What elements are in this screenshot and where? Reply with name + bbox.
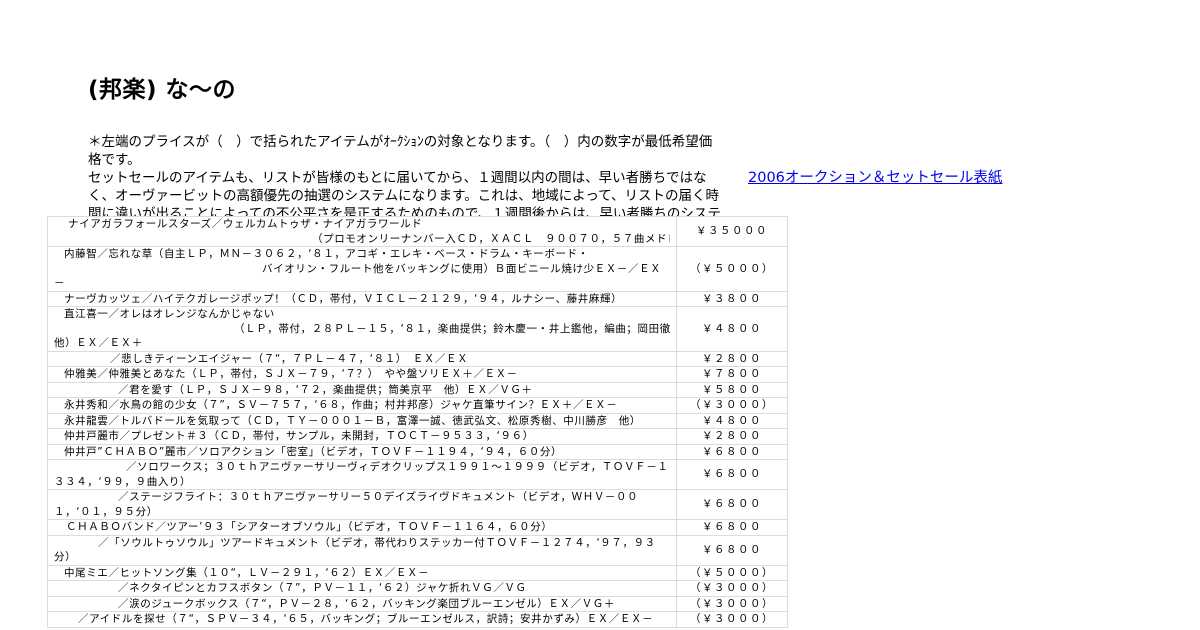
item-description: ／アイドルを探せ（７“，ＳＰＶ－３４，‘６５，バッキング；ブルーエンゼルス，訳詩… <box>47 611 677 628</box>
item-price: ￥６８００ <box>676 443 788 460</box>
item-description: ナーヴカッツェ／ハイテクガレージポップ！（ＣＤ，帯付，ＶＩＣＬ－２１２９，‘９４… <box>47 290 677 307</box>
item-price: （￥５０００） <box>676 564 788 581</box>
item-description: 永井秀和／水鳥の館の少女（７”，ＳＶ－７５７，‘６８，作曲；村井邦彦）ジャケ直筆… <box>47 397 677 414</box>
item-row: 仲井戸麗市／プレゼント＃３（ＣＤ，帯付，サンプル，未開封，ＴＯＣＴ－９５３３，‘… <box>47 428 788 445</box>
item-description-line: 永井秀和／水鳥の館の少女（７”，ＳＶ－７５７，‘６８，作曲；村井邦彦）ジャケ直筆… <box>64 399 618 411</box>
item-price: ￥６８００ <box>676 519 788 536</box>
item-description-line: ナーヴカッツェ／ハイテクガレージポップ！（ＣＤ，帯付，ＶＩＣＬ－２１２９，‘９４… <box>64 292 623 305</box>
item-rows: ナイアガラフォールスターズ／ウェルカムトゥザ・ナイアガラワールド （プロモオンリー… <box>47 216 788 628</box>
item-price: ￥７８００ <box>676 366 788 383</box>
item-description-line: （プロモオンリーナンバー入ＣＤ，ＸＡＣＬ ９００７０，５７曲メドレー！） <box>312 232 670 245</box>
item-description-line: 分） <box>54 551 77 563</box>
item-row: ナイアガラフォールスターズ／ウェルカムトゥザ・ナイアガラワールド （プロモオンリー… <box>47 216 788 247</box>
item-row: 内藤智／忘れな草（自主ＬＰ，ＭＮ－３０６２，‘８１，アコギ・エレキ・ベース・ドラ… <box>47 246 788 292</box>
item-row: ナーヴカッツェ／ハイテクガレージポップ！（ＣＤ，帯付，ＶＩＣＬ－２１２９，‘９４… <box>47 290 788 307</box>
item-description-line: 仲井戸麗市／プレゼント＃３（ＣＤ，帯付，サンプル，未開封，ＴＯＣＴ－９５３３，‘… <box>64 430 534 442</box>
item-description: ／「ソウルトゥソウル」ツアードキュメント（ビデオ，帯代わりステッカー付ＴＯＶＦ－… <box>47 534 677 566</box>
item-description-line: ／ステージフライト：３０ｔｈアニヴァーサリー５０デイズライヴドキュメント（ビデオ… <box>118 491 639 503</box>
item-price: ￥６８００ <box>676 534 788 566</box>
item-row: ／「ソウルトゥソウル」ツアードキュメント（ビデオ，帯代わりステッカー付ＴＯＶＦ－… <box>47 534 788 566</box>
item-description-line: 永井龍雲／トルバドールを気取って（ＣＤ，ＴＹ－０００１－Ｂ，富澤一誠、徳武弘文、… <box>64 414 641 427</box>
item-table: ナイアガラフォールスターズ／ウェルカムトゥザ・ナイアガラワールド （プロモオンリー… <box>47 216 788 628</box>
item-price: ￥４８００ <box>676 412 788 429</box>
item-description-line: ナイアガラフォールスターズ／ウェルカムトゥザ・ナイアガラワールド <box>68 218 423 230</box>
item-price: ￥３５０００ <box>676 216 788 247</box>
item-price: ￥４８００ <box>676 306 788 352</box>
item-row: 仲井戸”ＣＨＡＢＯ”麗市／ソロアクション「密室」（ビデオ，ＴＯＶＦ－１１９４，‘… <box>47 443 788 460</box>
item-description-line: ／悲しきティーンエイジャー（７“，７ＰＬ－４７，‘８１） ＥＸ／ＥＸ <box>110 352 469 365</box>
item-description-line: 仲雅美／仲雅美とあなた（ＬＰ，帯付，ＳＪＸ－７９，‘７？） やや盤ソリＥＸ＋／Ｅ… <box>64 368 518 380</box>
item-row: ／アイドルを探せ（７“，ＳＰＶ－３４，‘６５，バッキング；ブルーエンゼルス，訳詩… <box>47 611 788 628</box>
item-price: ￥６８００ <box>676 489 788 520</box>
item-price: （￥３０００） <box>676 595 788 612</box>
item-description-line: 仲井戸”ＣＨＡＢＯ”麗市／ソロアクション「密室」（ビデオ，ＴＯＶＦ－１１９４，‘… <box>64 445 563 458</box>
item-description-line: ／君を愛す（ＬＰ，ＳＪＸ－９８，‘７２，楽曲提供；筒美京平 他）ＥＸ／ＶＧ＋ <box>118 383 533 396</box>
item-description-line: ／ネクタイピンとカフスボタン（７”，ＰＶ－１１，‘６２）ジャケ折れＶＧ／ＶＧ <box>118 582 527 594</box>
item-row: ／ネクタイピンとカフスボタン（７”，ＰＶ－１１，‘６２）ジャケ折れＶＧ／ＶＧ （￥… <box>47 580 788 597</box>
item-description: ／涙のジュークボックス（７“，ＰＶ－２８，‘６２，バッキング楽団ブルーエンゼル）… <box>47 595 677 612</box>
item-row: 中尾ミエ／ヒットソング集（１０“，ＬＶ－２９１，‘６２）ＥＸ／ＥＸ－ （￥５０００… <box>47 564 788 581</box>
item-price: （￥３０００） <box>676 611 788 628</box>
item-description: 仲井戸”ＣＨＡＢＯ”麗市／ソロアクション「密室」（ビデオ，ＴＯＶＦ－１１９４，‘… <box>47 443 677 460</box>
item-description: 仲井戸麗市／プレゼント＃３（ＣＤ，帯付，サンプル，未開封，ＴＯＣＴ－９５３３，‘… <box>47 428 677 445</box>
item-row: 直江喜一／オレはオレンジなんかじゃない （ＬＰ，帯付，２８ＰＬ－１５，‘８１，楽曲… <box>47 306 788 352</box>
item-description-line: １，‘０１，９５分） <box>54 505 158 518</box>
item-price: ￥２８００ <box>676 428 788 445</box>
page: (邦楽) な～の ＊左端のプライスが（ ）で括られたアイテムがｵｰｸｼｮﾝの対象… <box>0 0 1200 630</box>
item-row: ／涙のジュークボックス（７“，ＰＶ－２８，‘６２，バッキング楽団ブルーエンゼル）… <box>47 595 788 612</box>
item-description-line: ／「ソウルトゥソウル」ツアードキュメント（ビデオ，帯代わりステッカー付ＴＯＶＦ－… <box>98 536 656 549</box>
item-description-line: 内藤智／忘れな草（自主ＬＰ，ＭＮ－３０６２，‘８１，アコギ・エレキ・ベース・ドラ… <box>64 248 589 260</box>
item-description: 直江喜一／オレはオレンジなんかじゃない （ＬＰ，帯付，２８ＰＬ－１５，‘８１，楽曲… <box>47 306 677 352</box>
item-row: ／ステージフライト：３０ｔｈアニヴァーサリー５０デイズライヴドキュメント（ビデオ… <box>47 489 788 520</box>
item-description: ／ネクタイピンとカフスボタン（７”，ＰＶ－１１，‘６２）ジャケ折れＶＧ／ＶＧ <box>47 580 677 597</box>
item-description: 内藤智／忘れな草（自主ＬＰ，ＭＮ－３０６２，‘８１，アコギ・エレキ・ベース・ドラ… <box>47 246 677 292</box>
item-price: ￥２８００ <box>676 350 788 367</box>
item-price: ￥３８００ <box>676 290 788 307</box>
page-title: (邦楽) な～の <box>88 77 237 103</box>
item-description: ／悲しきティーンエイジャー（７“，７ＰＬ－４７，‘８１） ＥＸ／ＥＸ <box>47 350 677 367</box>
item-description-line: 他）ＥＸ／ＥＸ＋ <box>54 337 143 349</box>
item-description-line: バイオリン・フルート他をバッキングに使用）Ｂ面ビニール焼け少ＥＸ－／ＥＸ <box>262 262 662 275</box>
item-description: 永井龍雲／トルバドールを気取って（ＣＤ，ＴＹ－０００１－Ｂ，富澤一誠、徳武弘文、… <box>47 412 677 429</box>
item-row: ＣＨＡＢＯバンド／ツアー’９３「シアターオブソウル」（ビデオ，ＴＯＶＦ－１１６４… <box>47 519 788 536</box>
item-price: ￥６８００ <box>676 459 788 490</box>
item-description-line: ／涙のジュークボックス（７“，ＰＶ－２８，‘６２，バッキング楽団ブルーエンゼル）… <box>118 597 616 610</box>
item-row: 仲雅美／仲雅美とあなた（ＬＰ，帯付，ＳＪＸ－７９，‘７？） やや盤ソリＥＸ＋／Ｅ… <box>47 366 788 383</box>
item-price: ￥５８００ <box>676 381 788 398</box>
item-description-line: － <box>54 277 66 289</box>
item-description: ／ソロワークス；３０ｔｈアニヴァーサリーヴィデオクリップス１９９１～１９９９（ビ… <box>47 459 677 490</box>
item-description: 仲雅美／仲雅美とあなた（ＬＰ，帯付，ＳＪＸ－７９，‘７？） やや盤ソリＥＸ＋／Ｅ… <box>47 366 677 383</box>
item-description-line: 直江喜一／オレはオレンジなんかじゃない <box>64 308 275 320</box>
item-price: （￥３０００） <box>676 397 788 414</box>
note-auction: ＊左端のプライスが（ ）で括られたアイテムがｵｰｸｼｮﾝの対象となります。（ ）… <box>88 134 713 168</box>
item-description: ／ステージフライト：３０ｔｈアニヴァーサリー５０デイズライヴドキュメント（ビデオ… <box>47 489 677 520</box>
item-price: （￥５０００） <box>676 246 788 292</box>
cover-page-link[interactable]: 2006オークション＆セットセール表紙 <box>748 166 1002 187</box>
item-row: ／ソロワークス；３０ｔｈアニヴァーサリーヴィデオクリップス１９９１～１９９９（ビ… <box>47 459 788 490</box>
item-description: ＣＨＡＢＯバンド／ツアー’９３「シアターオブソウル」（ビデオ，ＴＯＶＦ－１１６４… <box>47 519 677 536</box>
item-description-line: ／アイドルを探せ（７“，ＳＰＶ－３４，‘６５，バッキング；ブルーエンゼルス，訳詩… <box>78 613 654 625</box>
item-description: ナイアガラフォールスターズ／ウェルカムトゥザ・ナイアガラワールド （プロモオンリー… <box>47 216 677 247</box>
item-row: 永井龍雲／トルバドールを気取って（ＣＤ，ＴＹ－０００１－Ｂ，富澤一誠、徳武弘文、… <box>47 412 788 429</box>
item-description-line: ３３４，‘９９，９曲入り） <box>54 475 192 488</box>
item-row: ／君を愛す（ＬＰ，ＳＪＸ－９８，‘７２，楽曲提供；筒美京平 他）ＥＸ／ＶＧ＋ ￥５… <box>47 381 788 398</box>
item-description-line: ＣＨＡＢＯバンド／ツアー’９３「シアターオブソウル」（ビデオ，ＴＯＶＦ－１１６４… <box>66 521 553 533</box>
item-description-line: ／ソロワークス；３０ｔｈアニヴァーサリーヴィデオクリップス１９９１～１９９９（ビ… <box>126 461 669 473</box>
item-description: ／君を愛す（ＬＰ，ＳＪＸ－９８，‘７２，楽曲提供；筒美京平 他）ＥＸ／ＶＧ＋ <box>47 381 677 398</box>
item-price: （￥３０００） <box>676 580 788 597</box>
item-description: 中尾ミエ／ヒットソング集（１０“，ＬＶ－２９１，‘６２）ＥＸ／ＥＸ－ <box>47 564 677 581</box>
item-description-line: （ＬＰ，帯付，２８ＰＬ－１５，‘８１，楽曲提供；鈴木慶一・井上鑑他，編曲；岡田徹 <box>234 322 670 335</box>
item-row: 永井秀和／水鳥の館の少女（７”，ＳＶ－７５７，‘６８，作曲；村井邦彦）ジャケ直筆… <box>47 397 788 414</box>
item-description-line: 中尾ミエ／ヒットソング集（１０“，ＬＶ－２９１，‘６２）ＥＸ／ＥＸ－ <box>64 566 430 579</box>
item-row: ／悲しきティーンエイジャー（７“，７ＰＬ－４７，‘８１） ＥＸ／ＥＸ ￥２８００ <box>47 350 788 367</box>
